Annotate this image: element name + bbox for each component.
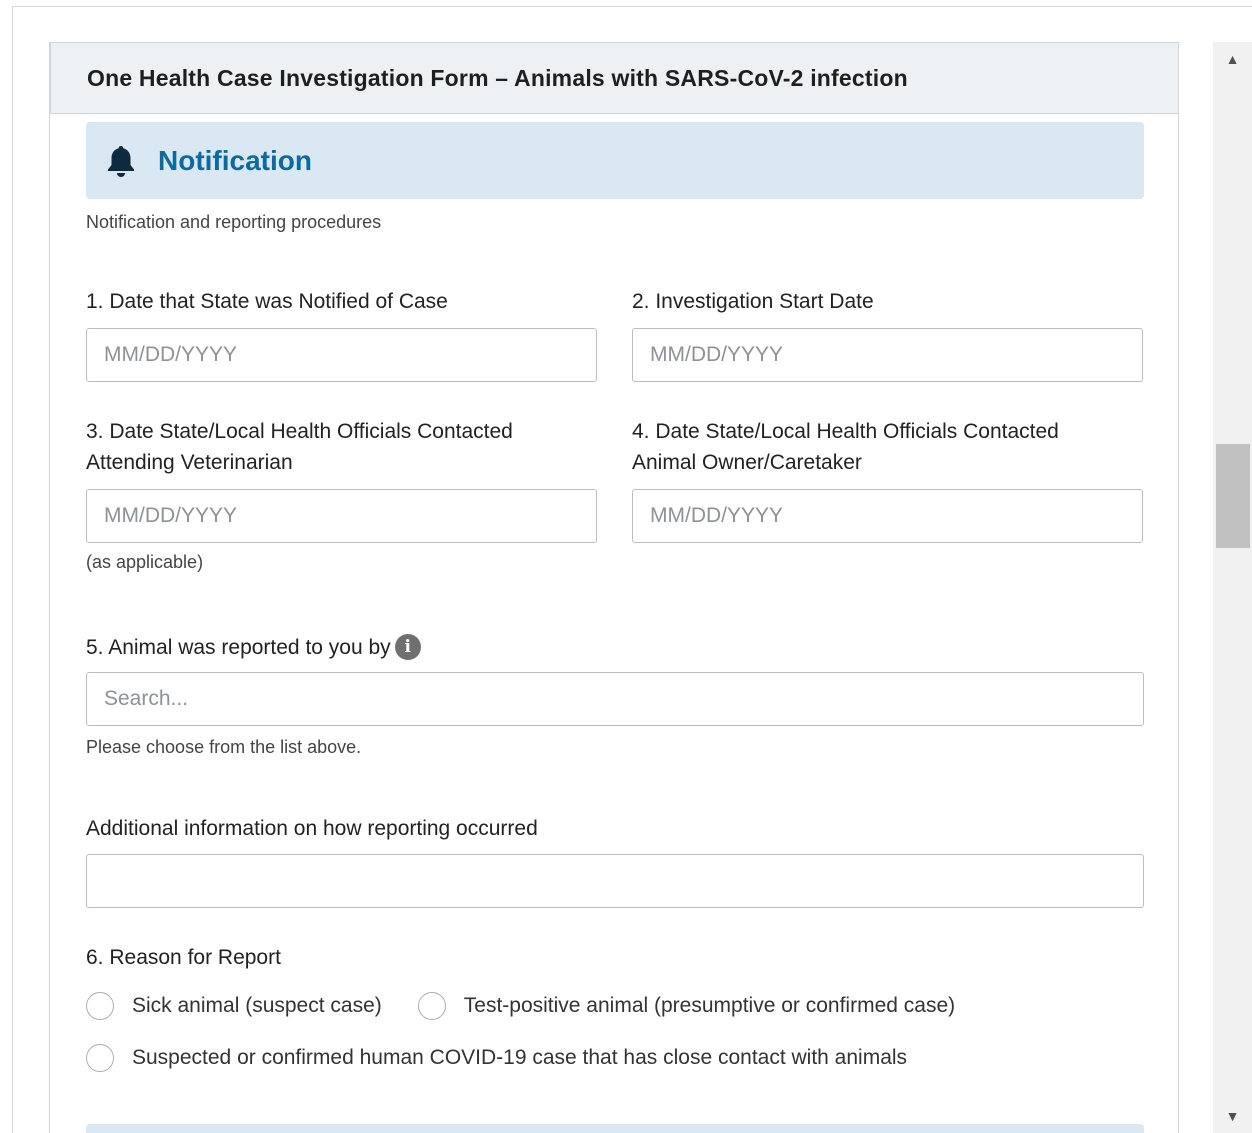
reason-options-row-2: Suspected or confirmed human COVID-19 ca… [86,1044,943,1072]
reason-option-test-positive[interactable]: Test-positive animal (presumptive or con… [417,992,956,1020]
radio-button[interactable] [86,992,114,1020]
reason-option-label: Suspected or confirmed human COVID-19 ca… [132,1046,908,1069]
reason-option-sick-animal[interactable]: Sick animal (suspect case) [86,992,382,1020]
q5-label: 5. Animal was reported to you by i [86,632,421,663]
form-panel: One Health Case Investigation Form – Ani… [49,42,1179,1133]
reason-option-human-covid-contact[interactable]: Suspected or confirmed human COVID-19 ca… [86,1044,907,1072]
scrollbar-thumb[interactable] [1216,444,1250,548]
q5-label-text: 5. Animal was reported to you by [86,636,391,659]
q3-label-line1: 3. Date State/Local Health Officials Con… [86,420,513,443]
q3-help-text: (as applicable) [86,552,204,572]
form-title: One Health Case Investigation Form – Ani… [87,64,908,91]
radio-button[interactable] [417,992,446,1020]
investigation-start-date-input[interactable] [632,328,1143,382]
q3-label-line2: Attending Veterinarian [86,451,293,474]
q3-label: 3. Date State/Local Health Officials Con… [86,416,513,478]
date-contacted-owner-input[interactable] [632,489,1143,543]
scroll-up-arrow-icon[interactable]: ▲ [1213,42,1252,76]
form-header: One Health Case Investigation Form – Ani… [50,42,1178,114]
q4-label: 4. Date State/Local Health Officials Con… [632,416,1059,478]
section-description: Notification and reporting procedures [86,212,382,232]
reason-options-row-1: Sick animal (suspect case) Test-positive… [86,992,991,1020]
additional-info-input[interactable] [86,854,1144,908]
q2-label: 2. Investigation Start Date [632,290,874,313]
q4-label-line2: Animal Owner/Caretaker [632,451,862,474]
scroll-down-arrow-icon[interactable]: ▼ [1213,1099,1252,1133]
next-section-banner [86,1124,1144,1133]
date-notified-input[interactable] [86,328,597,382]
reason-option-label: Sick animal (suspect case) [132,994,382,1017]
section-title: Notification [158,144,312,176]
reported-by-search-input[interactable] [86,672,1144,726]
q1-label: 1. Date that State was Notified of Case [86,290,448,313]
reason-option-label: Test-positive animal (presumptive or con… [463,994,956,1017]
date-contacted-veterinarian-input[interactable] [86,489,597,543]
additional-info-label: Additional information on how reporting … [86,817,538,840]
bell-icon [106,144,136,178]
q4-label-line1: 4. Date State/Local Health Officials Con… [632,420,1059,443]
radio-button[interactable] [86,1044,114,1072]
info-icon[interactable]: i [394,634,421,660]
q5-help-text: Please choose from the list above. [86,737,362,757]
vertical-scrollbar[interactable]: ▲ ▼ [1213,42,1252,1133]
q6-label: 6. Reason for Report [86,946,281,969]
notification-section-banner: Notification [86,122,1144,199]
